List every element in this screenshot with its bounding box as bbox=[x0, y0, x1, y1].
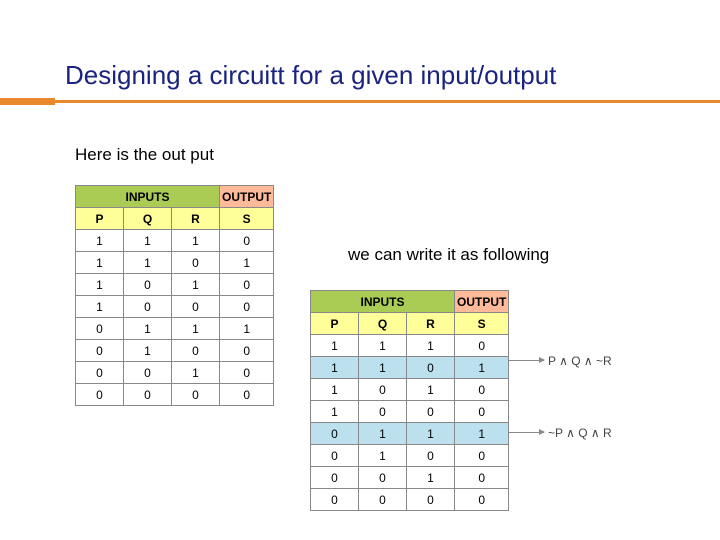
table-row: 1010 bbox=[311, 379, 509, 401]
table-row: 1110 bbox=[76, 230, 274, 252]
table-row: 0010 bbox=[76, 362, 274, 384]
table-row: 1000 bbox=[76, 296, 274, 318]
table1-col-Q: Q bbox=[124, 208, 172, 230]
annotation-expr-2: ~P ∧ Q ∧ R bbox=[548, 426, 612, 440]
table2-col-P: P bbox=[311, 313, 359, 335]
table1-col-P: P bbox=[76, 208, 124, 230]
table-row: 1010 bbox=[76, 274, 274, 296]
table2-output-header: OUTPUT bbox=[455, 291, 509, 313]
table-row: 1101 bbox=[76, 252, 274, 274]
table2-col-S: S bbox=[455, 313, 509, 335]
divider bbox=[0, 100, 720, 103]
table-row: 0000 bbox=[76, 384, 274, 406]
caption-text: we can write it as following bbox=[348, 245, 549, 265]
arrow-icon bbox=[508, 432, 544, 433]
arrow-icon bbox=[508, 360, 544, 361]
truth-table-2: INPUTS OUTPUT P Q R S 1110 1101 1010 100… bbox=[310, 290, 509, 511]
table2-inputs-header: INPUTS bbox=[311, 291, 455, 313]
table1-col-S: S bbox=[220, 208, 274, 230]
table-row: 0100 bbox=[311, 445, 509, 467]
subtitle-text: Here is the out put bbox=[75, 145, 214, 165]
table-row: 0100 bbox=[76, 340, 274, 362]
table1-col-R: R bbox=[172, 208, 220, 230]
annotation-expr-1: P ∧ Q ∧ ~R bbox=[548, 354, 612, 368]
table-row: 1110 bbox=[311, 335, 509, 357]
table-row: 0111 bbox=[76, 318, 274, 340]
table2-col-Q: Q bbox=[359, 313, 407, 335]
table-row: 1101 bbox=[311, 357, 509, 379]
table1-output-header: OUTPUT bbox=[220, 186, 274, 208]
table-row: 0111 bbox=[311, 423, 509, 445]
page-title: Designing a circuitt for a given input/o… bbox=[65, 60, 556, 90]
table-row: 1000 bbox=[311, 401, 509, 423]
table-row: 0000 bbox=[311, 489, 509, 511]
divider-stub bbox=[0, 98, 55, 105]
table-row: 0010 bbox=[311, 467, 509, 489]
truth-table-1: INPUTS OUTPUT P Q R S 1110 1101 1010 100… bbox=[75, 185, 274, 406]
table2-col-R: R bbox=[407, 313, 455, 335]
table1-inputs-header: INPUTS bbox=[76, 186, 220, 208]
